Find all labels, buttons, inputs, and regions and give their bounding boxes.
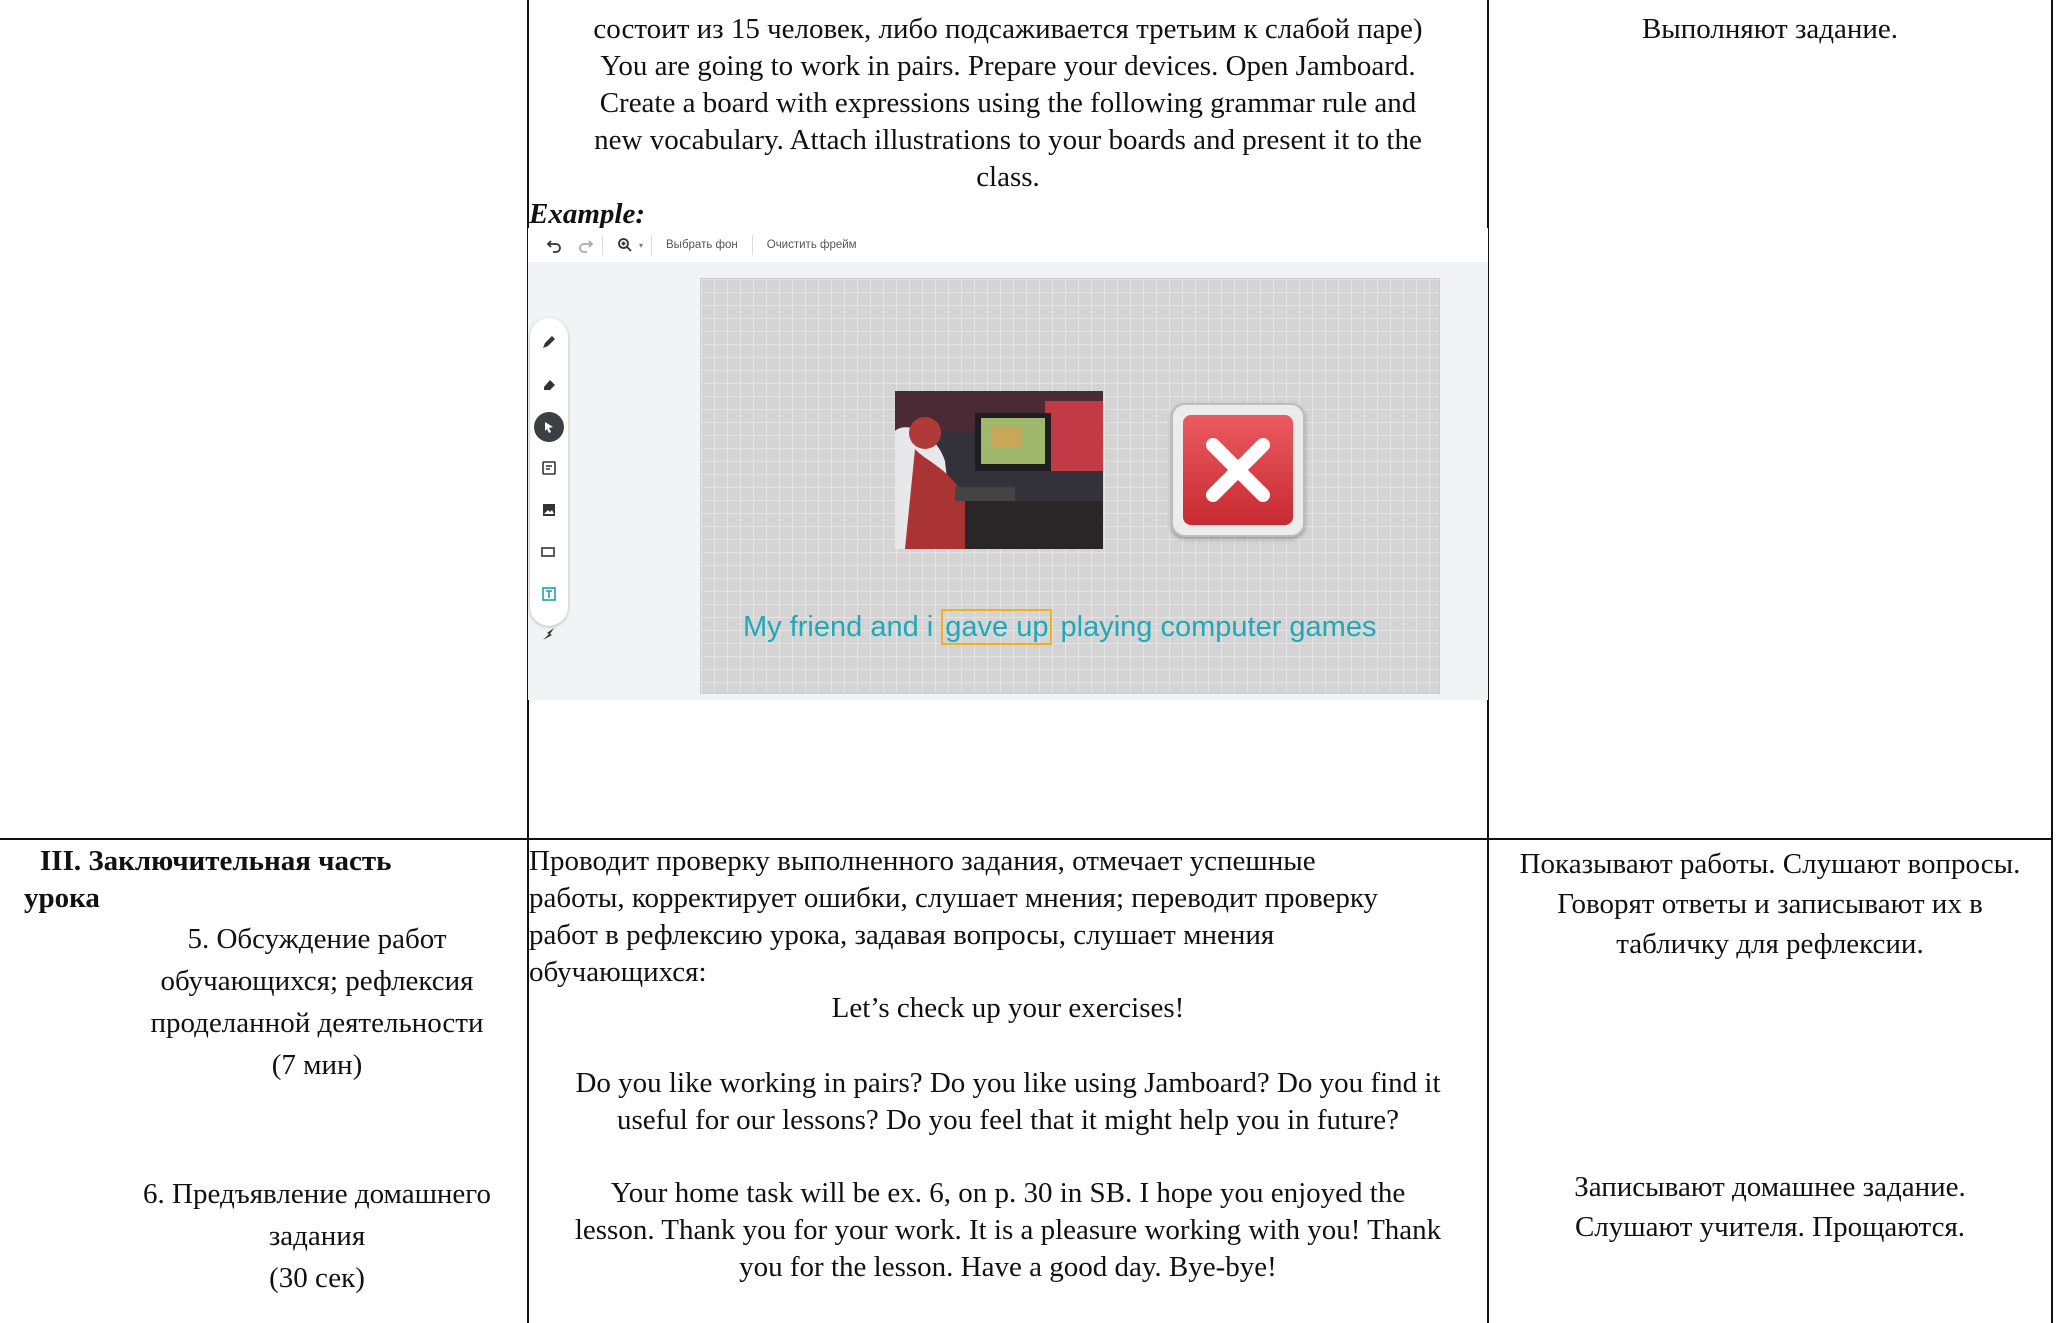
teacher-reflection-questions: Do you like working in pairs? Do you lik… bbox=[529, 1065, 1487, 1139]
stage-heading: III. Заключительная часть bbox=[40, 845, 392, 877]
teacher-homework: Your home task will be ex. 6, on p. 30 i… bbox=[529, 1175, 1487, 1286]
text-line: состоит из 15 человек, либо подсаживаетс… bbox=[593, 13, 1423, 45]
toolbar-divider bbox=[602, 235, 603, 255]
stage-heading: урока bbox=[24, 882, 100, 914]
jamboard-toolbar: ▾ Выбрать фон Очистить фрейм bbox=[528, 228, 1488, 262]
text-line: (7 мин) bbox=[271, 1049, 363, 1081]
text-box-icon[interactable] bbox=[539, 584, 559, 604]
text-line: Слушают учителя. Прощаются. bbox=[1574, 1211, 1966, 1243]
select-icon[interactable] bbox=[534, 412, 564, 442]
clear-frame-button[interactable]: Очистить фрейм bbox=[761, 239, 863, 251]
text-line: задания bbox=[268, 1220, 366, 1252]
redo-icon[interactable] bbox=[578, 233, 594, 257]
text-line: (30 сек) bbox=[269, 1262, 365, 1294]
text-line: работ в рефлексию урока, задавая вопросы… bbox=[529, 919, 1275, 951]
jamboard-screenshot: ▾ Выбрать фон Очистить фрейм My friend a… bbox=[528, 228, 1488, 700]
stage-item-6: 6. Предъявление домашнего задания (30 се… bbox=[82, 1173, 552, 1299]
text-line: 6. Предъявление домашнего bbox=[143, 1178, 491, 1210]
laser-icon[interactable] bbox=[539, 624, 559, 644]
red-cross-icon[interactable] bbox=[1171, 403, 1305, 537]
stage-item-5: 5. Обсуждение работ обучающихся; рефлекс… bbox=[112, 918, 522, 1086]
jamboard-frame[interactable]: My friend and i gave up playing computer… bbox=[700, 278, 1440, 694]
text-line: табличку для рефлексии. bbox=[1616, 928, 1924, 960]
text-line: class. bbox=[976, 161, 1040, 193]
text-line: useful for our lessons? Do you feel that… bbox=[616, 1104, 1400, 1136]
image-icon[interactable] bbox=[539, 500, 559, 520]
text-line: обучающихся; рефлексия bbox=[160, 965, 474, 997]
pen-icon[interactable] bbox=[539, 332, 559, 352]
caption-text: My friend and i bbox=[743, 611, 934, 643]
student-homework-activity: Записывают домашнее задание. Слушают учи… bbox=[1490, 1167, 2050, 1247]
sticky-note-icon[interactable] bbox=[539, 458, 559, 478]
table-border-right bbox=[2051, 0, 2053, 1323]
student-reflection-activity: Показывают работы. Слушают вопросы. Гово… bbox=[1490, 844, 2050, 964]
text-line: обучающихся: bbox=[529, 956, 707, 988]
shape-icon[interactable] bbox=[539, 542, 559, 562]
toolbar-divider bbox=[651, 235, 653, 255]
text-line: Записывают домашнее задание. bbox=[1574, 1171, 1966, 1203]
row2-lesson-stage: III. Заключительная часть урока bbox=[24, 843, 524, 917]
text-line: Create a board with expressions using th… bbox=[599, 87, 1417, 119]
teacher-activity-intro: Проводит проверку выполненного задания, … bbox=[529, 843, 1485, 991]
text-line: You are going to work in pairs. Prepare … bbox=[600, 50, 1416, 82]
caption-text: playing computer games bbox=[1060, 611, 1377, 643]
text-line: Показывают работы. Слушают вопросы. bbox=[1519, 848, 2021, 880]
text-line: new vocabulary. Attach illustrations to … bbox=[594, 124, 1422, 156]
chevron-down-icon[interactable]: ▾ bbox=[639, 233, 643, 257]
jamboard-text-box[interactable]: My friend and i gave up playing computer… bbox=[743, 607, 1443, 647]
toolbar-divider bbox=[751, 235, 753, 255]
row1-student-activity: Выполняют задание. bbox=[1641, 13, 1899, 45]
table-row-divider bbox=[0, 838, 2053, 840]
undo-icon[interactable] bbox=[546, 233, 562, 257]
teacher-check-phrase: Let’s check up your exercises! bbox=[831, 992, 1185, 1024]
text-line: you for the lesson. Have a good day. Bye… bbox=[739, 1251, 1277, 1283]
text-line: Проводит проверку выполненного задания, … bbox=[529, 845, 1316, 877]
text-line: проделанной деятельности bbox=[150, 1007, 484, 1039]
zoom-icon[interactable] bbox=[617, 233, 633, 257]
jamboard-tools-sidebar bbox=[530, 318, 568, 640]
text-line: Говорят ответы и записывают их в bbox=[1557, 888, 1983, 920]
eraser-icon[interactable] bbox=[539, 374, 559, 394]
text-line: Your home task will be ex. 6, on p. 30 i… bbox=[610, 1177, 1406, 1209]
gamer-photo[interactable] bbox=[895, 391, 1103, 549]
set-background-button[interactable]: Выбрать фон bbox=[660, 239, 744, 251]
row1-task-instructions: состоит из 15 человек, либо подсаживаетс… bbox=[530, 11, 1486, 196]
text-line: lesson. Thank you for your work. It is a… bbox=[574, 1214, 1442, 1246]
caption-highlight: gave up bbox=[941, 609, 1053, 645]
text-line: работы, корректирует ошибки, слушает мне… bbox=[529, 882, 1379, 914]
text-line: 5. Обсуждение работ bbox=[187, 923, 447, 955]
text-line: Do you like working in pairs? Do you lik… bbox=[575, 1067, 1441, 1099]
